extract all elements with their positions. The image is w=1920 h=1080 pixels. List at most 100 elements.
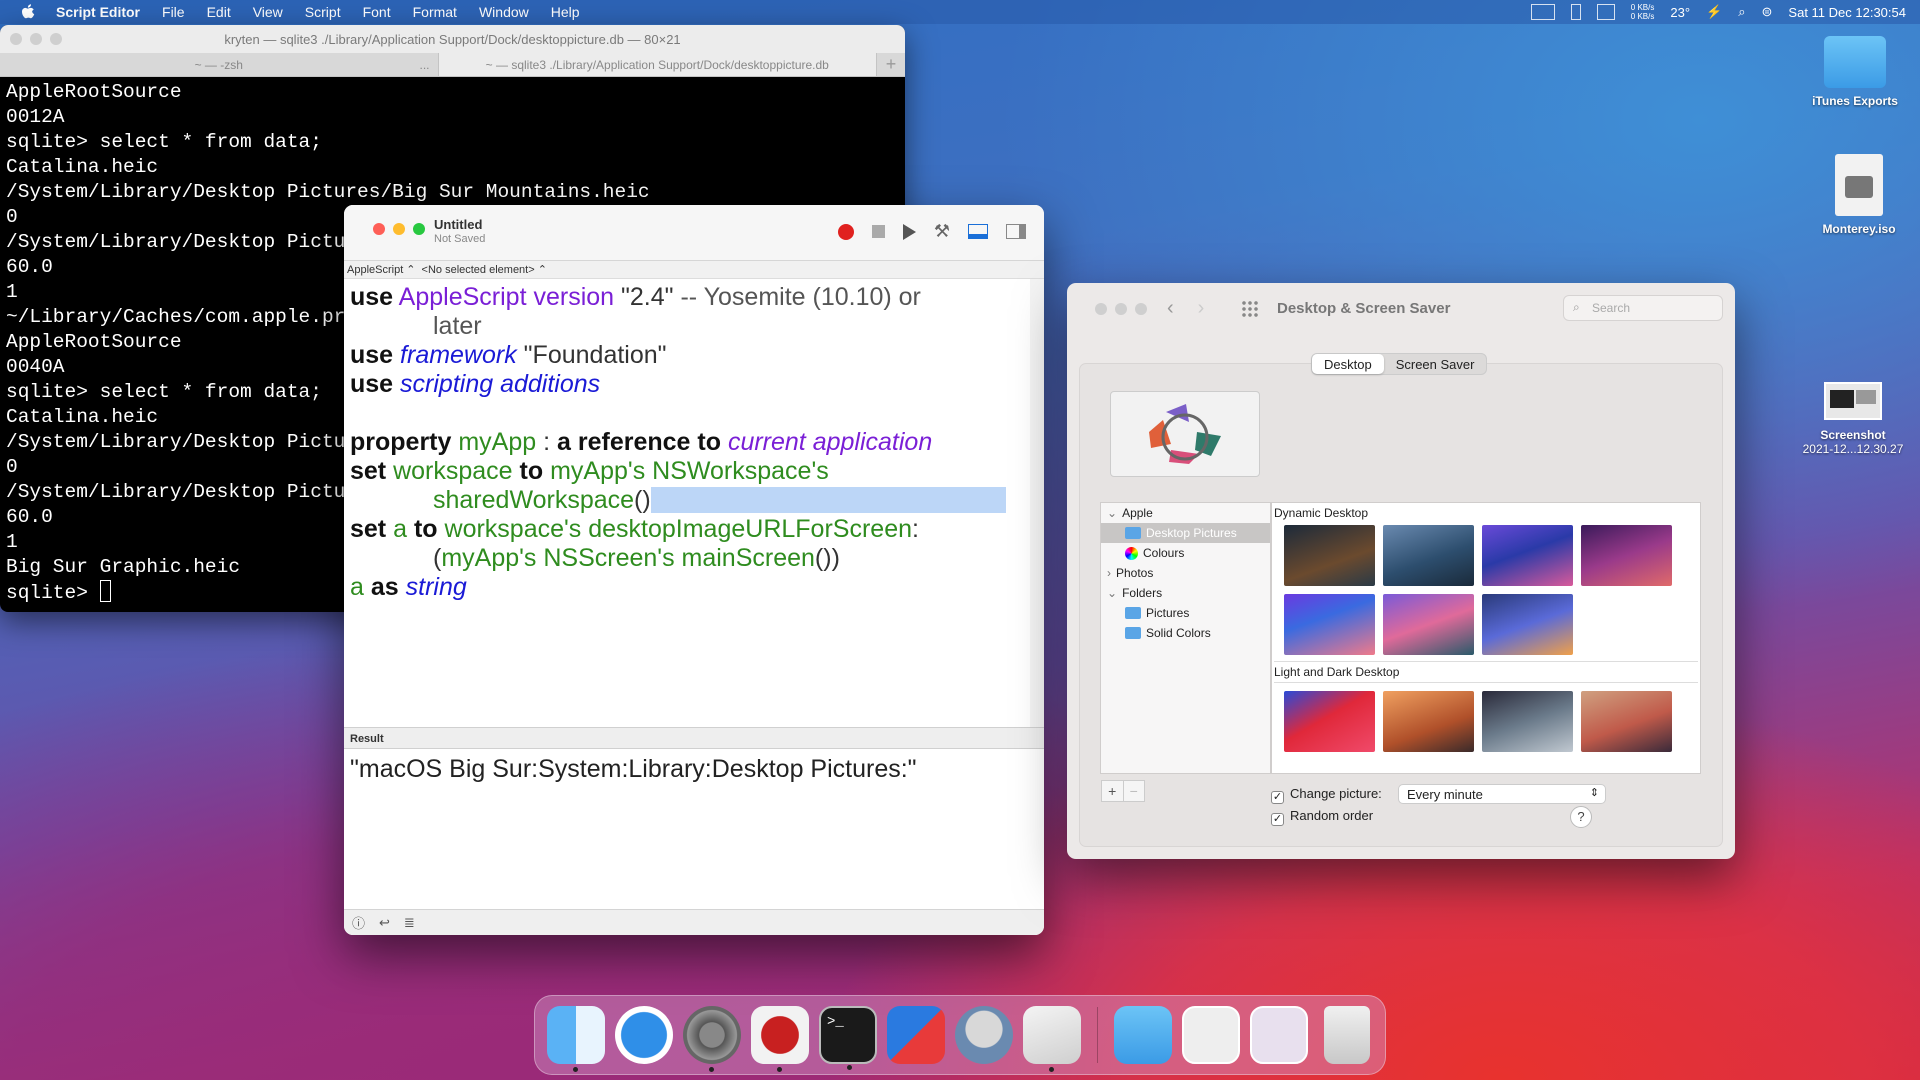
result-tab-icon[interactable]: ↩ (379, 915, 390, 931)
remove-folder-button[interactable]: − (1122, 781, 1145, 801)
tab-desktop[interactable]: Desktop (1312, 354, 1384, 374)
debugger-bug-icon[interactable] (751, 1006, 809, 1072)
wallpaper-thumbnail[interactable] (1581, 691, 1672, 752)
disk-monitor-icon[interactable] (1596, 4, 1615, 20)
zoom-button[interactable] (413, 223, 425, 235)
tab-screen-saver[interactable]: Screen Saver (1384, 354, 1487, 374)
desktop-icon-itunes-exports[interactable]: iTunes Exports (1800, 36, 1910, 108)
show-log-icon[interactable] (968, 224, 988, 239)
script-editor-code[interactable]: use AppleScript version "2.4" -- Yosemit… (344, 279, 1044, 727)
element-selector[interactable]: <No selected element> ⌃ (422, 263, 547, 276)
menu-file[interactable]: File (162, 0, 185, 24)
help-button[interactable]: ? (1570, 806, 1592, 828)
close-button[interactable] (1095, 303, 1107, 315)
source-desktop-pictures[interactable]: Desktop Pictures (1101, 523, 1270, 543)
add-folder-button[interactable]: + (1102, 781, 1123, 801)
minimize-button[interactable] (393, 223, 405, 235)
random-order-option[interactable]: ✓ Random order (1271, 808, 1373, 826)
script-editor-toolbar: Untitled Not Saved ⚒ (344, 205, 1044, 261)
disclosure-icon[interactable]: ⌄ (1107, 506, 1117, 520)
wallpaper-thumbnail[interactable] (1482, 594, 1573, 655)
remote-desktop-icon[interactable] (887, 1006, 945, 1064)
search-field[interactable]: ⌕ Search (1563, 295, 1723, 321)
tab-sqlite3[interactable]: ~ — sqlite3 ./Library/Application Suppor… (438, 53, 877, 76)
source-pictures[interactable]: Pictures (1101, 603, 1270, 623)
menu-help[interactable]: Help (551, 0, 580, 24)
wallpaper-thumbnail[interactable] (1383, 594, 1474, 655)
new-tab-button[interactable]: + (877, 53, 905, 76)
wallpaper-thumbnail[interactable] (1482, 525, 1573, 586)
source-apple[interactable]: ⌄ Apple (1101, 503, 1270, 523)
system-preferences-icon[interactable] (683, 1006, 741, 1072)
log-tab-icon[interactable]: ≣ (404, 915, 415, 931)
show-sidebar-icon[interactable] (1006, 224, 1026, 239)
automator-icon[interactable] (955, 1006, 1013, 1064)
source-label: Desktop Pictures (1146, 526, 1237, 540)
wallpaper-thumbnail[interactable] (1482, 691, 1573, 752)
search-icon[interactable]: ⌕ (1738, 4, 1745, 20)
popup-arrows-icon: ⇕ (1589, 787, 1599, 799)
disclosure-icon[interactable]: ⌄ (1107, 586, 1117, 600)
terminal-icon[interactable]: >_ (819, 1006, 877, 1070)
minimize-button[interactable] (1115, 303, 1127, 315)
compile-hammer-icon[interactable]: ⚒ (934, 221, 950, 242)
code-token: scripting additions (400, 370, 601, 398)
wallpaper-thumbnail[interactable] (1383, 691, 1474, 752)
source-solid-colors[interactable]: Solid Colors (1101, 623, 1270, 643)
recent-documents-stack-icon[interactable] (1182, 1006, 1240, 1064)
screenshots-stack-icon[interactable] (1250, 1006, 1308, 1064)
back-icon[interactable]: ‹ (1167, 297, 1174, 320)
description-tab-icon[interactable]: ⓘ (352, 913, 365, 932)
memory-monitor-icon[interactable] (1570, 4, 1581, 20)
tab-zsh[interactable]: ~ — -zsh... (0, 53, 439, 76)
menu-app-name[interactable]: Script Editor (56, 0, 140, 24)
source-label: Folders (1122, 586, 1163, 600)
source-label: Apple (1122, 506, 1153, 520)
safari-icon[interactable] (615, 1006, 673, 1064)
source-folders[interactable]: ⌄ Folders (1101, 583, 1270, 603)
cpu-monitor-icon[interactable] (1530, 4, 1555, 20)
menu-script[interactable]: Script (305, 0, 341, 24)
wallpaper-thumbnail[interactable] (1581, 525, 1672, 586)
menu-format[interactable]: Format (413, 0, 457, 24)
menubar-clock[interactable]: Sat 11 Dec 12:30:54 (1788, 5, 1906, 20)
menu-view[interactable]: View (253, 0, 283, 24)
disclosure-icon[interactable]: › (1107, 566, 1111, 580)
apple-menu-icon[interactable] (18, 2, 38, 22)
net-down: 0 KB/s (1630, 12, 1655, 21)
interval-popup[interactable]: Every minute ⇕ (1398, 784, 1606, 804)
script-editor-icon[interactable] (1023, 1006, 1081, 1072)
forward-icon[interactable]: › (1198, 297, 1205, 320)
wallpaper-thumbnail[interactable] (1284, 594, 1375, 655)
finder-icon[interactable] (547, 1006, 605, 1072)
wallpaper-thumbnail[interactable] (1284, 525, 1375, 586)
temperature[interactable]: 23° (1670, 5, 1690, 20)
record-button-icon[interactable] (837, 223, 854, 240)
trash-icon[interactable] (1324, 1006, 1370, 1064)
run-button-icon[interactable] (902, 223, 916, 240)
desktop-icon-monterey-iso[interactable]: Monterey.iso (1804, 154, 1914, 236)
network-speed[interactable]: 0 KB/s 0 KB/s (1631, 3, 1655, 21)
menu-edit[interactable]: Edit (207, 0, 231, 24)
result-pane[interactable]: "macOS Big Sur:System:Library:Desktop Pi… (344, 749, 1044, 915)
source-photos[interactable]: › Photos (1101, 563, 1270, 583)
running-indicator (709, 1067, 714, 1072)
checkbox-checked[interactable]: ✓ (1271, 813, 1284, 826)
wallpaper-thumbnail[interactable] (1383, 525, 1474, 586)
desktop-icon-screenshot[interactable]: Screenshot 2021-12...12.30.27 (1798, 382, 1908, 456)
show-all-grid-icon[interactable] (1241, 300, 1259, 318)
control-center-icon[interactable]: ⊜ (1762, 4, 1773, 20)
stop-button-icon[interactable] (871, 225, 885, 238)
code-token: a reference to (557, 428, 721, 456)
zoom-button[interactable] (1135, 303, 1147, 315)
change-picture-option[interactable]: ✓ Change picture: (1271, 786, 1382, 804)
source-colours[interactable]: Colours (1101, 543, 1270, 563)
menu-window[interactable]: Window (479, 0, 529, 24)
checkbox-checked[interactable]: ✓ (1271, 791, 1284, 804)
menu-font[interactable]: Font (363, 0, 391, 24)
bolt-icon[interactable]: ⚡ (1706, 4, 1722, 20)
language-selector[interactable]: AppleScript ⌃ (347, 263, 416, 276)
wallpaper-thumbnail[interactable] (1284, 691, 1375, 752)
close-button[interactable] (373, 223, 385, 235)
downloads-folder-icon[interactable] (1114, 1006, 1172, 1064)
